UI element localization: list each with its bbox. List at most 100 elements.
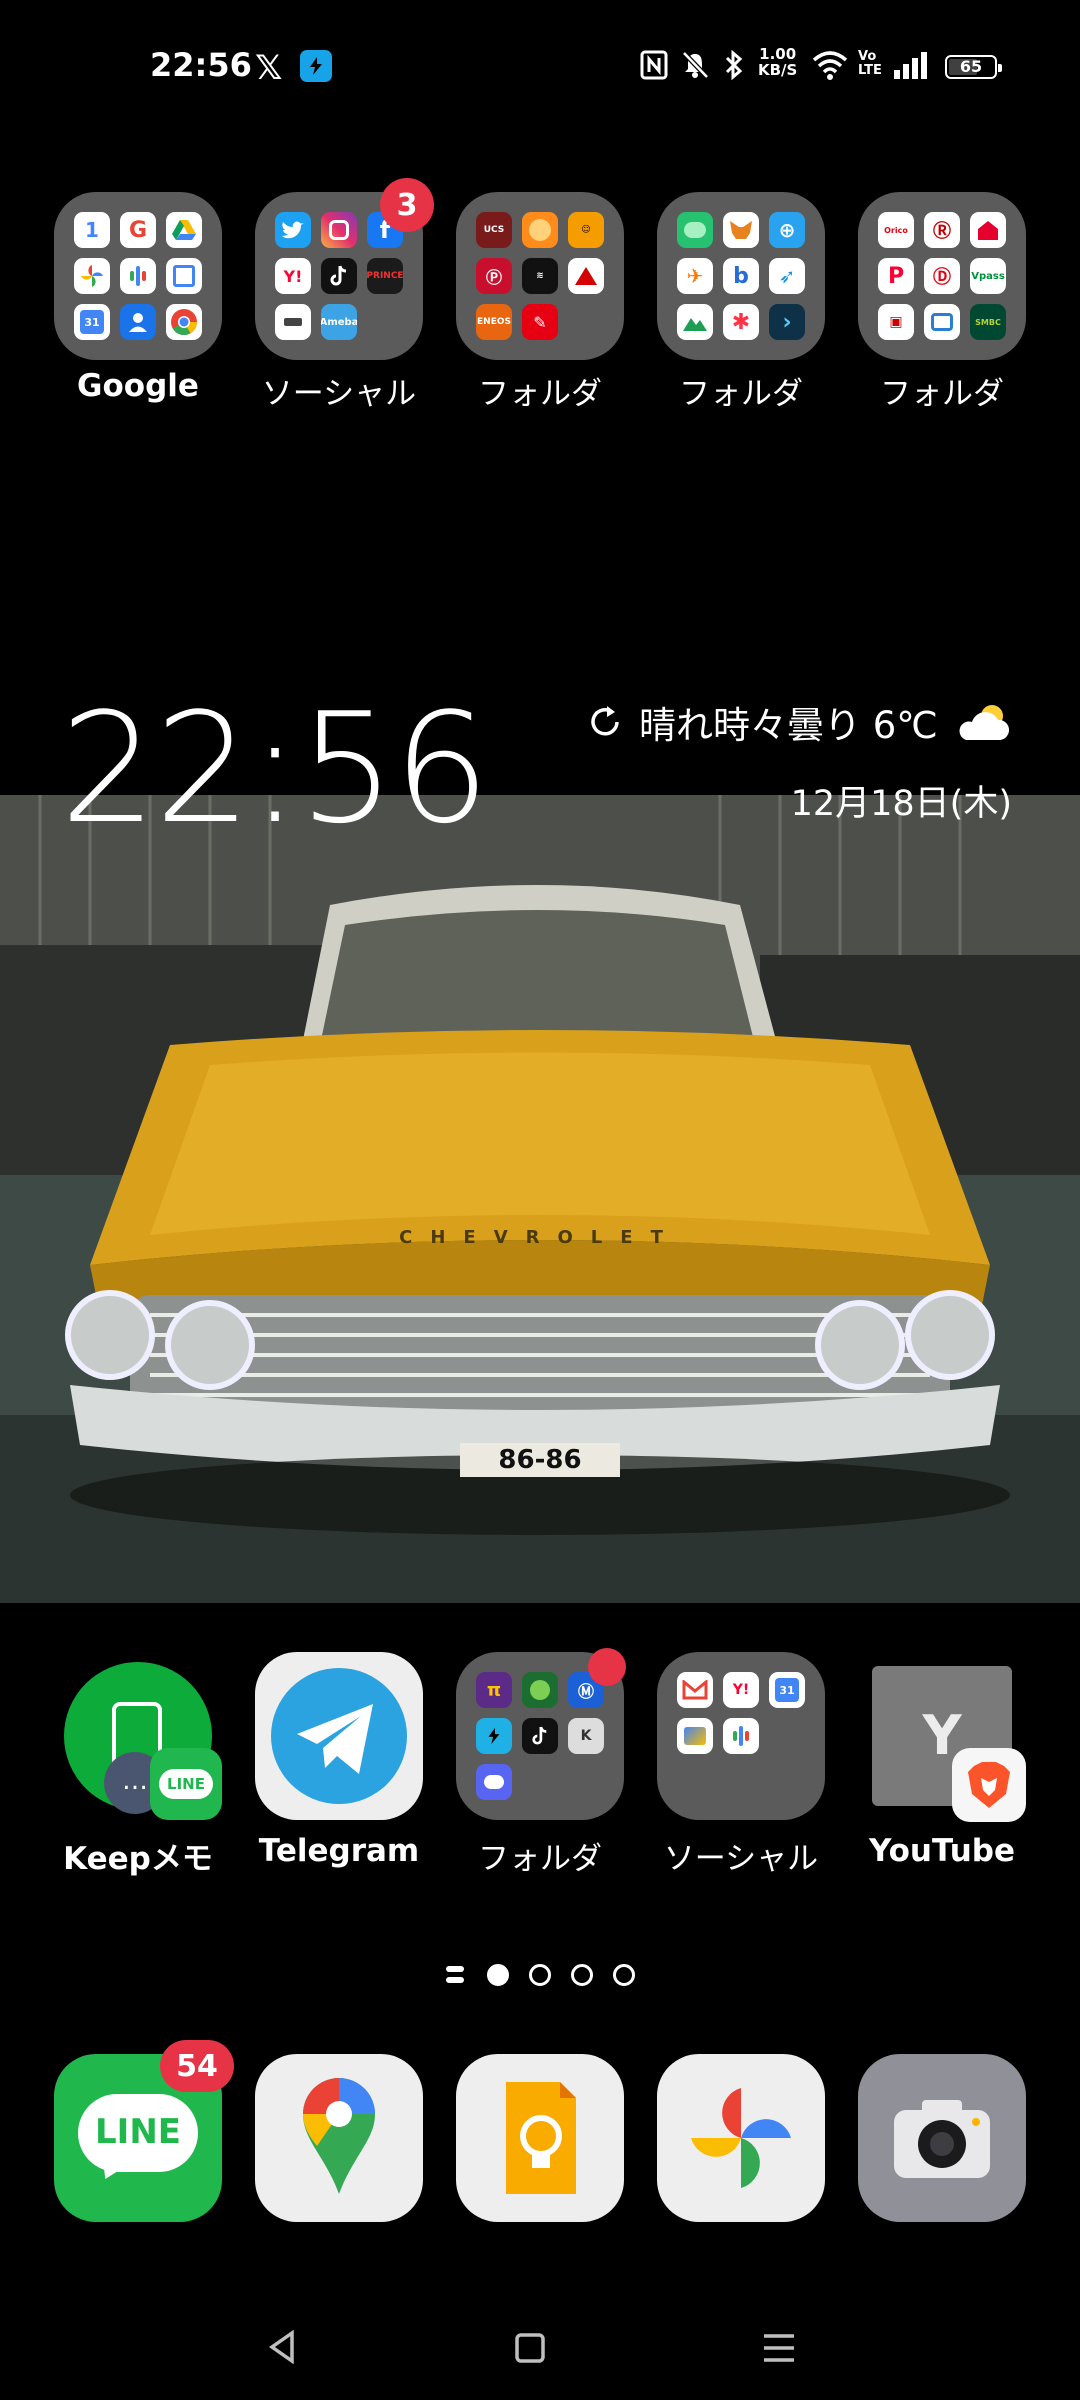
drive-icon	[166, 212, 202, 248]
app-label: YouTube	[869, 1833, 1015, 1869]
nfc-icon	[640, 50, 668, 80]
maps-pin-icon	[303, 2078, 375, 2194]
telegram-app[interactable]	[255, 1652, 423, 1820]
note-app-icon	[275, 304, 311, 340]
mountain-app-icon	[677, 304, 713, 340]
google-one-icon: 1	[74, 212, 110, 248]
photos-pinwheel-icon	[691, 2088, 791, 2188]
bluetooth-icon	[725, 50, 743, 80]
pi-network-icon: π	[476, 1672, 512, 1708]
folder-3[interactable]: UCS ☺ Ⓟ ≋ ENEOS ✎	[456, 192, 624, 360]
app-label: Keepメモ	[63, 1841, 213, 1877]
tiktok-icon	[321, 258, 357, 294]
car-emblem: CHEVROLET	[399, 1227, 681, 1248]
x-icon: 𝕏	[255, 48, 283, 88]
plus-app-icon: ⊕	[769, 212, 805, 248]
calendar-31-icon: 31	[74, 304, 110, 340]
smbc-icon: SMBC	[970, 304, 1006, 340]
license-plate: 86-86	[460, 1443, 620, 1477]
contacts-icon	[120, 304, 156, 340]
photo-app-icon	[677, 1718, 713, 1754]
podcasts-icon	[723, 1718, 759, 1754]
page-dot[interactable]	[571, 1964, 593, 1986]
gmail-icon	[677, 1672, 713, 1708]
google-folder[interactable]: 1 G 31	[54, 192, 222, 360]
parking-app-icon: Ⓟ	[476, 258, 512, 294]
weather-widget[interactable]: 晴れ時々曇り 6℃	[585, 695, 1014, 749]
metamask-icon	[723, 212, 759, 248]
home-button[interactable]	[514, 2332, 546, 2364]
social-folder-2[interactable]: Y! 31	[657, 1652, 825, 1820]
line-badge-icon: LINE	[150, 1748, 222, 1820]
twitter-icon	[275, 212, 311, 248]
instagram-icon	[321, 212, 357, 248]
back-button[interactable]	[266, 2330, 298, 2364]
navigation-bar	[0, 2310, 1080, 2380]
maps-app[interactable]	[255, 2054, 423, 2222]
dpoint-icon: Ⓓ	[924, 258, 960, 294]
date-text: 12月18日(木)	[790, 784, 1012, 824]
page-dot-active[interactable]	[487, 1964, 509, 1986]
b-app-icon: b	[723, 258, 759, 294]
calendar-31-icon: 31	[769, 1672, 805, 1708]
camera-icon	[894, 2100, 990, 2178]
app-label: ソーシャル	[663, 1841, 819, 1877]
brave-icon	[952, 1748, 1026, 1822]
drive-on-icon	[568, 258, 604, 294]
line-logo-text: LINE	[95, 2112, 181, 2152]
refresh-icon[interactable]	[585, 702, 625, 742]
wifi-icon	[812, 51, 848, 80]
folder-label: Google	[77, 368, 199, 404]
orico-icon: Orico	[878, 212, 914, 248]
status-bar: 22:56 𝕏 1.00 KB/S Vo LTE 65	[0, 0, 1080, 130]
battery-icon: 65	[945, 55, 1002, 79]
prince-app-icon: PRINCE	[367, 258, 403, 294]
bank-app-icon: ▣	[878, 304, 914, 340]
folder-label: フォルダ	[478, 376, 602, 412]
podcasts-icon	[120, 258, 156, 294]
wallpaper-photo: 86-86 CHEVROLET	[0, 795, 1080, 1603]
list-indicator-icon	[446, 1966, 464, 1972]
pepe-app-icon	[522, 1672, 558, 1708]
app-label: Telegram	[258, 1833, 420, 1869]
folder-5[interactable]: Orico Ⓡ P Ⓓ Vpass ▣ SMBC	[858, 192, 1026, 360]
yahoo-icon: Y!	[275, 258, 311, 294]
bird-app-icon: ➶	[769, 258, 805, 294]
yahoo-icon: Y!	[723, 1672, 759, 1708]
folder-4[interactable]: ⊕ ✈ b ➶ ✱ ›	[657, 192, 825, 360]
keep-app[interactable]	[456, 2054, 624, 2222]
photos-icon	[74, 258, 110, 294]
bolt-app-icon	[476, 1718, 512, 1754]
notification-badge: 3	[380, 178, 434, 232]
folder-label: フォルダ	[679, 376, 803, 412]
clock-widget[interactable]: 22:56	[60, 680, 490, 857]
photos-app[interactable]	[657, 2054, 825, 2222]
shell-app-icon: ✎	[522, 304, 558, 340]
camera-app[interactable]	[858, 2054, 1026, 2222]
status-time: 22:56	[150, 46, 252, 84]
page-indicator[interactable]	[0, 1960, 1080, 1990]
arrow-app-icon: ›	[769, 304, 805, 340]
house-app-icon	[970, 212, 1006, 248]
chrome-icon	[166, 304, 202, 340]
cafe-app-icon: ☺	[568, 212, 604, 248]
calendar-icon	[166, 258, 202, 294]
telegram-icon	[271, 1668, 407, 1804]
rakuten-icon: Ⓡ	[924, 212, 960, 248]
net-speed: 1.00 KB/S	[758, 45, 798, 79]
page-dot[interactable]	[529, 1964, 551, 1986]
food-app-icon	[522, 212, 558, 248]
asterisk-app-icon: ✱	[723, 304, 759, 340]
recents-button[interactable]	[762, 2332, 796, 2364]
k-app-icon: K	[568, 1718, 604, 1754]
page-dot[interactable]	[613, 1964, 635, 1986]
card-app-icon	[924, 304, 960, 340]
nitto-icon: ≋	[522, 258, 558, 294]
keep-bulb-icon	[506, 2082, 576, 2194]
signal-icon	[894, 52, 927, 79]
ucs-icon: UCS	[476, 212, 512, 248]
ameba-icon: Ameba	[321, 304, 357, 340]
eneos-icon: ENEOS	[476, 304, 512, 340]
partly-cloudy-icon	[959, 705, 1009, 740]
car-photo	[0, 795, 1080, 1603]
